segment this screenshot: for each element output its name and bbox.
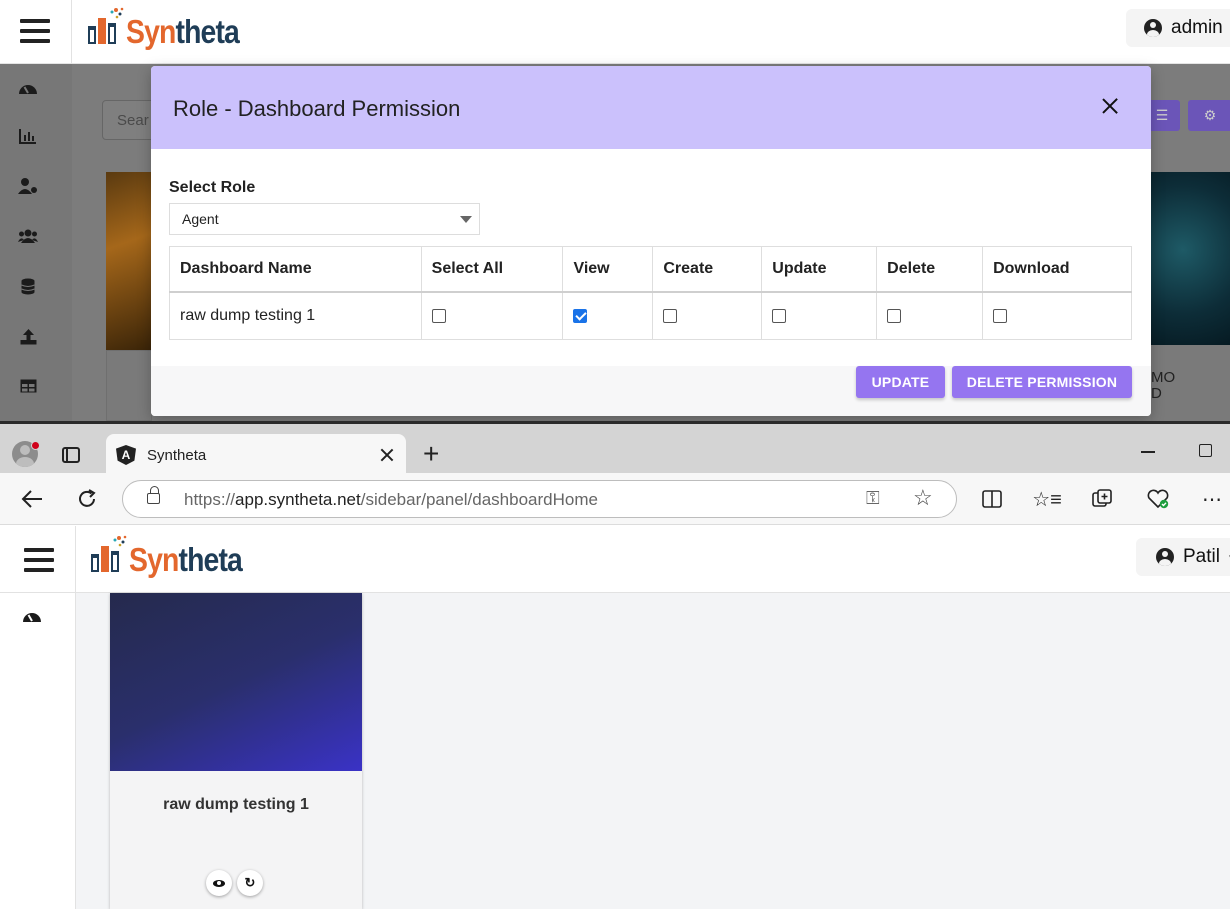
user-menu[interactable]: Patil ▾	[1136, 538, 1230, 576]
view-checkbox[interactable]	[573, 308, 588, 323]
user-circle-icon	[1156, 548, 1174, 566]
refresh-button[interactable]: ↻	[237, 870, 263, 896]
logo-text: Syntheta	[126, 13, 240, 50]
menu-icon[interactable]	[24, 548, 54, 572]
select-role-label: Select Role	[169, 179, 256, 196]
browser-address-bar: https://app.syntheta.net/sidebar/panel/d…	[0, 473, 1230, 525]
angular-favicon-icon: A	[116, 445, 136, 465]
col-select-all: Select All	[420, 246, 564, 293]
selected-role: Agent	[182, 211, 219, 227]
favorite-star-icon[interactable]: ☆	[913, 485, 933, 511]
delete-permission-button[interactable]: DELETE PERMISSION	[952, 366, 1132, 398]
app-header: Syntheta Patil ▾	[0, 526, 1230, 593]
user-menu[interactable]: admin	[1126, 9, 1230, 47]
table-header-row: Dashboard Name Select All View Create Up…	[169, 246, 1132, 293]
key-icon[interactable]: ⚿	[866, 488, 880, 509]
bottom-app-window: Syntheta Patil ▾ raw dump testing 1 ↻	[0, 526, 1230, 909]
back-arrow-icon[interactable]	[20, 487, 44, 511]
caret-down-icon	[460, 216, 472, 223]
database-icon[interactable]	[18, 277, 38, 295]
card-title: MO D	[1151, 369, 1176, 402]
browser-tab[interactable]: A Syntheta	[106, 434, 406, 476]
maximize-icon[interactable]	[1199, 444, 1212, 457]
settings-button[interactable]: ⚙	[1188, 100, 1230, 131]
card-title: raw dump testing 1	[163, 796, 309, 813]
header-divider	[75, 526, 76, 593]
delete-checkbox[interactable]	[887, 308, 902, 323]
select-all-checkbox[interactable]	[431, 308, 446, 323]
col-view: View	[562, 246, 654, 293]
syntheta-logo[interactable]: Syntheta	[89, 534, 260, 576]
modal-footer: UPDATE DELETE PERMISSION	[151, 366, 1151, 416]
create-checkbox[interactable]	[663, 308, 678, 323]
logo-mark-icon	[88, 7, 124, 44]
syntheta-logo[interactable]: Syntheta	[86, 6, 257, 48]
new-tab-icon[interactable]: +	[423, 440, 439, 468]
minimize-icon[interactable]	[1141, 451, 1155, 453]
tab-close-icon[interactable]	[380, 448, 394, 462]
modal-header: Role - Dashboard Permission	[151, 66, 1151, 149]
logo-mark-icon	[91, 535, 127, 572]
url-field[interactable]: https://app.syntheta.net/sidebar/panel/d…	[122, 480, 957, 518]
split-screen-icon[interactable]	[980, 487, 1004, 511]
permission-table: Dashboard Name Select All View Create Up…	[169, 246, 1132, 340]
username: admin	[1171, 17, 1223, 38]
role-permission-modal: Role - Dashboard Permission Select Role …	[151, 66, 1151, 416]
sidebar	[0, 64, 72, 421]
favorites-icon[interactable]: ☆≡	[1032, 487, 1062, 511]
dashboard-name-cell: raw dump testing 1	[169, 291, 422, 340]
table-row: raw dump testing 1	[169, 291, 1132, 340]
tab-title: Syntheta	[147, 447, 207, 464]
close-icon[interactable]	[1099, 95, 1121, 117]
user-circle-icon	[1144, 19, 1162, 37]
dashboard-icon[interactable]	[18, 79, 38, 97]
browser-essentials-icon[interactable]	[1146, 487, 1170, 511]
col-create: Create	[652, 246, 763, 293]
dashboard-icon[interactable]	[22, 607, 42, 625]
dashboard-card-body	[106, 350, 152, 421]
dashboard-card-image[interactable]	[110, 593, 362, 771]
menu-icon[interactable]	[20, 19, 50, 43]
dashboard-card-image[interactable]	[106, 172, 152, 350]
col-download: Download	[982, 246, 1132, 293]
more-options-icon[interactable]: ⋯	[1200, 487, 1224, 511]
chart-icon[interactable]	[18, 127, 38, 145]
download-checkbox[interactable]	[993, 308, 1008, 323]
col-delete: Delete	[876, 246, 984, 293]
notification-dot	[31, 441, 40, 450]
modal-title: Role - Dashboard Permission	[173, 96, 461, 121]
upload-icon[interactable]	[18, 327, 38, 345]
col-dashboard-name: Dashboard Name	[169, 246, 422, 293]
tab-actions-icon[interactable]	[62, 447, 80, 463]
lock-icon[interactable]	[147, 486, 160, 504]
dashboard-card[interactable]: raw dump testing 1 ↻	[110, 593, 362, 909]
browser-tab-bar: A Syntheta +	[0, 421, 1230, 476]
update-checkbox[interactable]	[772, 308, 787, 323]
users-icon[interactable]	[18, 227, 38, 245]
update-button[interactable]: UPDATE	[856, 366, 945, 398]
logo-text: Syntheta	[129, 541, 243, 578]
header-divider	[71, 0, 72, 64]
col-update: Update	[761, 246, 878, 293]
view-button[interactable]	[206, 870, 232, 896]
user-settings-icon[interactable]	[18, 177, 38, 195]
sidebar	[0, 593, 76, 909]
refresh-icon: ↻	[244, 875, 256, 890]
collections-icon[interactable]	[1090, 487, 1114, 511]
dashboard-card-image[interactable]	[1151, 172, 1230, 345]
app-header: Syntheta admin	[0, 0, 1230, 64]
dashboard-card-body: MO D	[1151, 345, 1230, 421]
role-select[interactable]: Agent	[169, 203, 480, 235]
url-text: https://app.syntheta.net/sidebar/panel/d…	[184, 490, 598, 509]
table-icon[interactable]	[18, 377, 38, 395]
username: Patil	[1183, 546, 1220, 567]
eye-icon	[213, 879, 225, 887]
reload-icon[interactable]	[75, 487, 99, 511]
